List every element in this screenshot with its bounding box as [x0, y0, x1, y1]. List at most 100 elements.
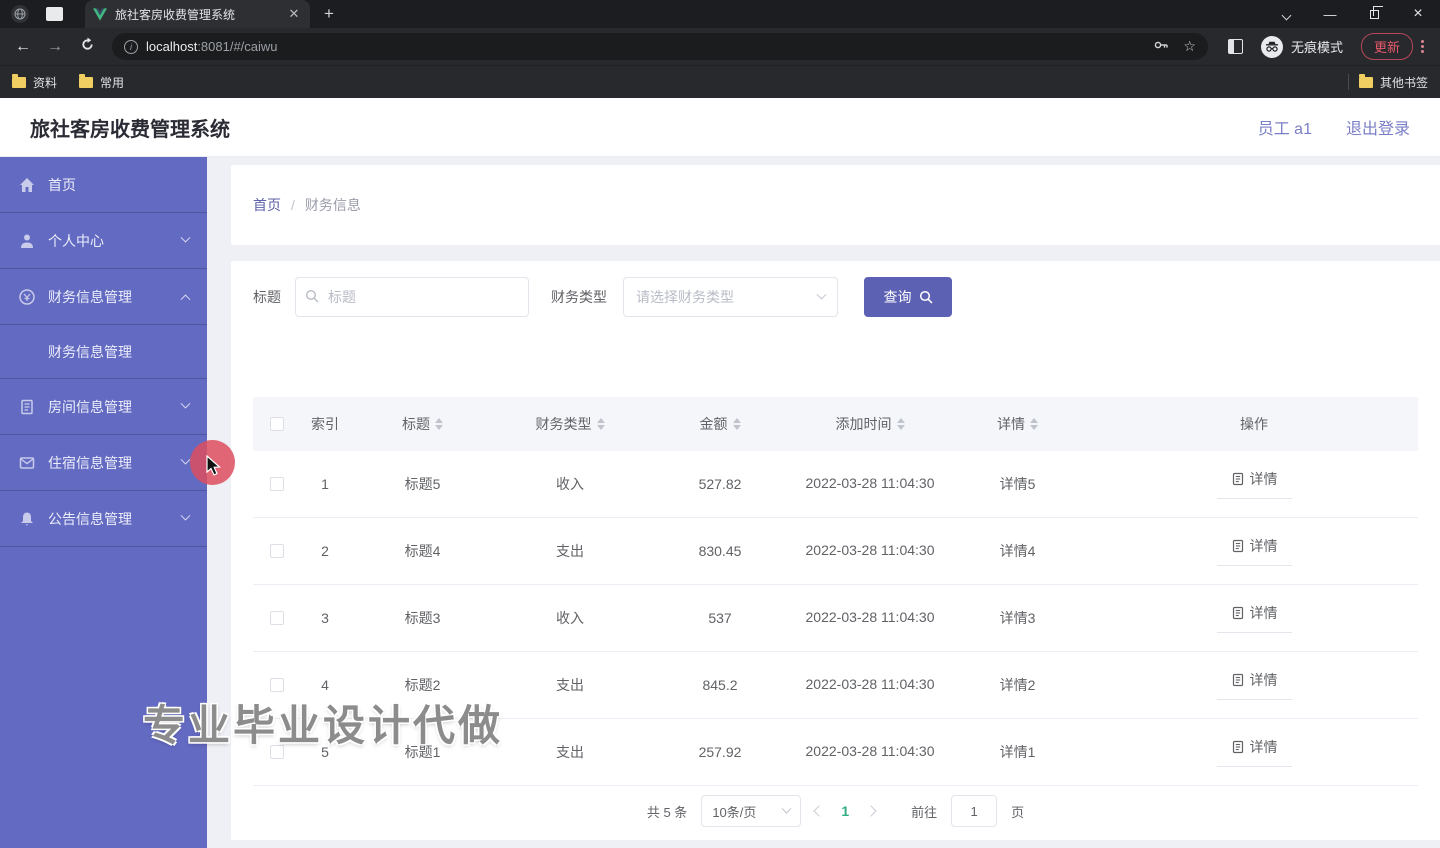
- reload-button[interactable]: [74, 36, 100, 57]
- bookmark-star-icon[interactable]: ☆: [1183, 38, 1196, 55]
- cell-amount: 527.82: [698, 476, 742, 492]
- cell-time: 2022-03-28 11:04:30: [805, 676, 935, 693]
- row-detail-button[interactable]: 详情: [1216, 737, 1292, 767]
- cell-index: 2: [321, 543, 329, 559]
- current-user-label: 员工 a1: [1257, 121, 1312, 138]
- row-detail-button[interactable]: 详情: [1216, 670, 1292, 700]
- browser-menu-icon[interactable]: [1421, 40, 1424, 53]
- row-detail-button[interactable]: 详情: [1216, 603, 1292, 633]
- cell-title: 标题4: [404, 543, 441, 559]
- goto-page-input[interactable]: [951, 795, 998, 827]
- browser-tab-bar: 旅社客房收费管理系统 ✕ + — ×: [0, 0, 1440, 28]
- sort-icon[interactable]: [435, 418, 443, 430]
- document-icon: [1232, 606, 1243, 620]
- sidebar-item-home[interactable]: 首页: [0, 157, 207, 213]
- update-button[interactable]: 更新: [1360, 33, 1413, 60]
- column-header-detail[interactable]: 详情: [945, 397, 1090, 451]
- logout-link[interactable]: 退出登录: [1346, 115, 1410, 139]
- table-row: 2 标题4 支出 830.45 2022-03-28 11:04:30 详情4 …: [253, 518, 1418, 585]
- current-page-number[interactable]: 1: [841, 803, 849, 819]
- window-icon[interactable]: [46, 7, 63, 21]
- folder-icon: [1358, 73, 1373, 88]
- sidebar-item-personal-center[interactable]: 个人中心: [0, 213, 207, 269]
- home-icon: [20, 177, 34, 192]
- browser-tab[interactable]: 旅社客房收费管理系统 ✕: [85, 0, 310, 28]
- search-form: 标题 财务类型 请选择财务类型 查询: [253, 277, 1418, 317]
- other-bookmarks[interactable]: 其他书签: [1358, 73, 1428, 91]
- sidebar-item-lodging-management[interactable]: 住宿信息管理: [0, 435, 207, 491]
- sort-icon[interactable]: [1030, 418, 1038, 430]
- table-row: 3 标题3 收入 537 2022-03-28 11:04:30 详情3 详情: [253, 585, 1418, 652]
- breadcrumb-separator: /: [291, 197, 295, 213]
- breadcrumb-card: 首页 / 财务信息: [231, 165, 1440, 245]
- cell-time: 2022-03-28 11:04:30: [805, 743, 935, 760]
- next-page-button[interactable]: [865, 805, 877, 817]
- password-key-icon[interactable]: [1153, 37, 1169, 56]
- browser-toolbar: ← → i localhost:8081/#/caiwu ☆ 无痕模式 更新: [0, 28, 1440, 65]
- prev-page-button[interactable]: [813, 805, 825, 817]
- pagination: 共 5 条 10条/页 1 前往 页: [253, 795, 1418, 827]
- bookmark-folder[interactable]: 资料: [12, 73, 57, 91]
- side-panel-icon[interactable]: [1227, 39, 1243, 54]
- bookmarks-bar: 资料 常用 其他书签: [0, 65, 1440, 98]
- query-button[interactable]: 查询: [864, 277, 952, 317]
- incognito-indicator: 无痕模式: [1260, 35, 1343, 58]
- chevron-up-icon: [180, 294, 191, 305]
- bookmarks-separator: [1347, 74, 1349, 90]
- cell-type: 收入: [556, 476, 584, 492]
- tab-search-chevron-icon[interactable]: [1264, 7, 1308, 22]
- address-bar[interactable]: i localhost:8081/#/caiwu ☆: [112, 33, 1208, 60]
- title-field-label: 标题: [253, 289, 281, 305]
- window-restore-button[interactable]: [1352, 5, 1396, 22]
- cell-amount: 537: [708, 610, 732, 626]
- breadcrumb: 首页 / 财务信息: [253, 195, 361, 215]
- cell-detail: 详情1: [999, 744, 1036, 760]
- page-info-icon[interactable]: i: [124, 39, 138, 54]
- table-row: 1 标题5 收入 527.82 2022-03-28 11:04:30 详情5 …: [253, 451, 1418, 518]
- breadcrumb-current: 财务信息: [304, 197, 361, 213]
- row-checkbox[interactable]: [269, 544, 284, 558]
- row-detail-button[interactable]: 详情: [1216, 536, 1292, 566]
- finance-type-select[interactable]: 请选择财务类型: [623, 277, 838, 317]
- chevron-down-icon: [180, 232, 191, 243]
- page-size-select[interactable]: 10条/页: [701, 795, 802, 827]
- document-icon: [1232, 539, 1243, 553]
- sort-icon[interactable]: [596, 418, 605, 430]
- title-search-input[interactable]: [295, 277, 529, 317]
- window-minimize-button[interactable]: —: [1308, 7, 1352, 22]
- browser-profile-globe-icon[interactable]: [10, 4, 30, 24]
- column-header-time[interactable]: 添加时间: [795, 397, 945, 451]
- document-icon: [1232, 673, 1243, 687]
- sidebar-subitem-finance-management[interactable]: 财务信息管理: [0, 325, 207, 379]
- sort-icon[interactable]: [732, 418, 741, 430]
- page-unit-label: 页: [1011, 804, 1025, 820]
- forward-button[interactable]: →: [42, 38, 68, 56]
- select-all-checkbox[interactable]: [269, 417, 284, 431]
- sidebar-item-notice-management[interactable]: 公告信息管理: [0, 491, 207, 547]
- cell-index: 1: [321, 476, 329, 492]
- document-icon: [1232, 740, 1243, 754]
- cell-type: 支出: [556, 677, 584, 693]
- row-checkbox[interactable]: [269, 477, 284, 491]
- bookmark-folder[interactable]: 常用: [79, 73, 124, 91]
- column-header-amount[interactable]: 金额: [645, 397, 795, 451]
- chevron-down-icon: [781, 803, 792, 814]
- cell-amount: 257.92: [698, 744, 742, 760]
- window-close-button[interactable]: ×: [1396, 5, 1440, 23]
- tab-close-icon[interactable]: ✕: [286, 6, 302, 22]
- cell-type: 支出: [556, 543, 584, 559]
- breadcrumb-home[interactable]: 首页: [253, 195, 281, 215]
- cell-type: 支出: [556, 744, 584, 760]
- row-detail-button[interactable]: 详情: [1216, 469, 1292, 499]
- row-checkbox[interactable]: [269, 611, 284, 625]
- sidebar-item-finance-management[interactable]: 财务信息管理: [0, 269, 207, 325]
- back-button[interactable]: ←: [10, 38, 36, 56]
- sidebar-item-room-management[interactable]: 房间信息管理: [0, 379, 207, 435]
- incognito-label: 无痕模式: [1290, 40, 1343, 55]
- column-header-type[interactable]: 财务类型: [495, 397, 645, 451]
- column-header-title[interactable]: 标题: [350, 397, 495, 451]
- new-tab-button[interactable]: +: [324, 4, 334, 24]
- sort-icon[interactable]: [896, 418, 905, 430]
- cell-time: 2022-03-28 11:04:30: [805, 542, 935, 559]
- row-checkbox[interactable]: [269, 678, 284, 692]
